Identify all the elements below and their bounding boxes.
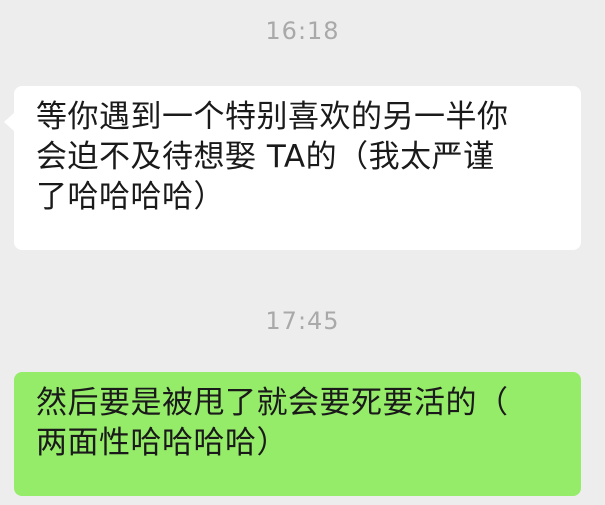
sent-message-bubble[interactable]: 然后要是被甩了就会要死要活的（ 两面性哈哈哈哈）	[14, 372, 581, 496]
timestamp: 16:18	[265, 17, 340, 45]
timestamp: 17:45	[265, 307, 340, 335]
received-message-bubble[interactable]: 等你遇到一个特别喜欢的另一半你 会迫不及待想娶 TA的（我太严谨 了哈哈哈哈）	[14, 86, 581, 250]
